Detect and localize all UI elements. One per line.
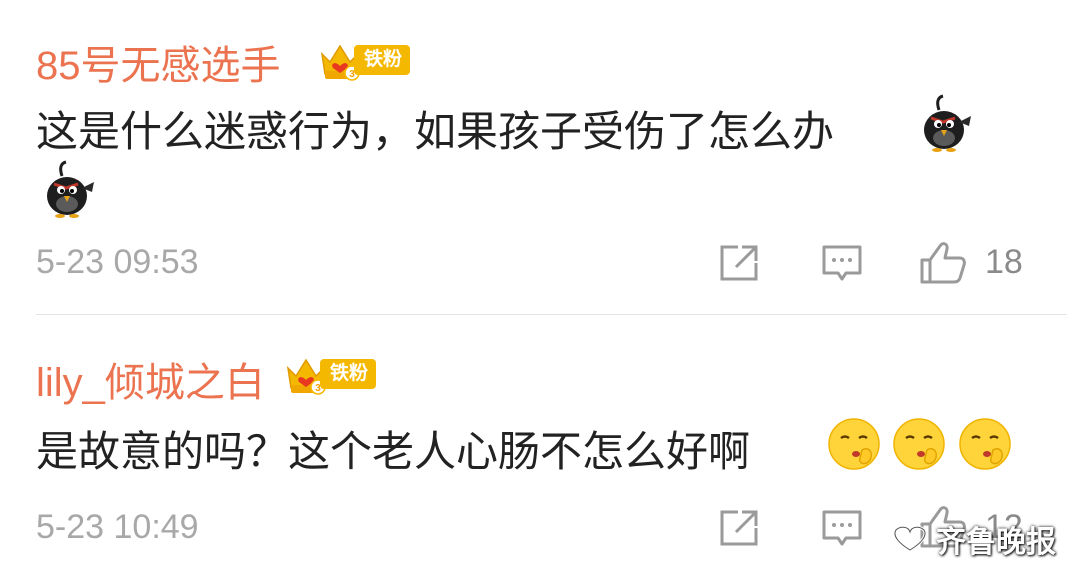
comment-timestamp: 5-23 09:53 <box>36 243 199 281</box>
share-icon[interactable] <box>718 243 762 283</box>
shush-face-emoji <box>893 418 945 470</box>
comment-text: 这是什么迷惑行为，如果孩子受伤了怎么办 <box>36 108 835 155</box>
comment-icon[interactable] <box>820 508 864 550</box>
shush-face-emoji <box>959 418 1011 470</box>
comment-username[interactable]: lily_倾城之白 <box>36 350 265 408</box>
like-count: 18 <box>985 243 1023 281</box>
angry-bird-bomb-emoji <box>924 94 971 152</box>
comment-username[interactable]: 85号无感选手 <box>36 33 281 91</box>
watermark-text: 齐鲁晚报 <box>936 526 1056 559</box>
comment-item: 85号无感选手 3 铁粉 这是什么迷惑行为，如果孩子受伤了怎么办 5-23 09… <box>0 0 1067 316</box>
watermark: 齐鲁晚报 <box>890 515 1056 563</box>
like-icon[interactable] <box>918 240 968 286</box>
comment-timestamp: 5-23 10:49 <box>36 508 199 546</box>
comment-divider <box>36 314 1067 315</box>
angry-bird-bomb-emoji <box>47 160 94 218</box>
badge-label: 铁粉 <box>320 359 377 389</box>
comment-text: 是故意的吗？这个老人心肠不怎么好啊 <box>36 428 751 475</box>
badge-label: 铁粉 <box>354 45 411 75</box>
wechat-channel-icon <box>893 525 927 552</box>
share-icon[interactable] <box>718 508 762 548</box>
comment-icon[interactable] <box>820 243 864 285</box>
shush-face-emoji <box>828 418 880 470</box>
